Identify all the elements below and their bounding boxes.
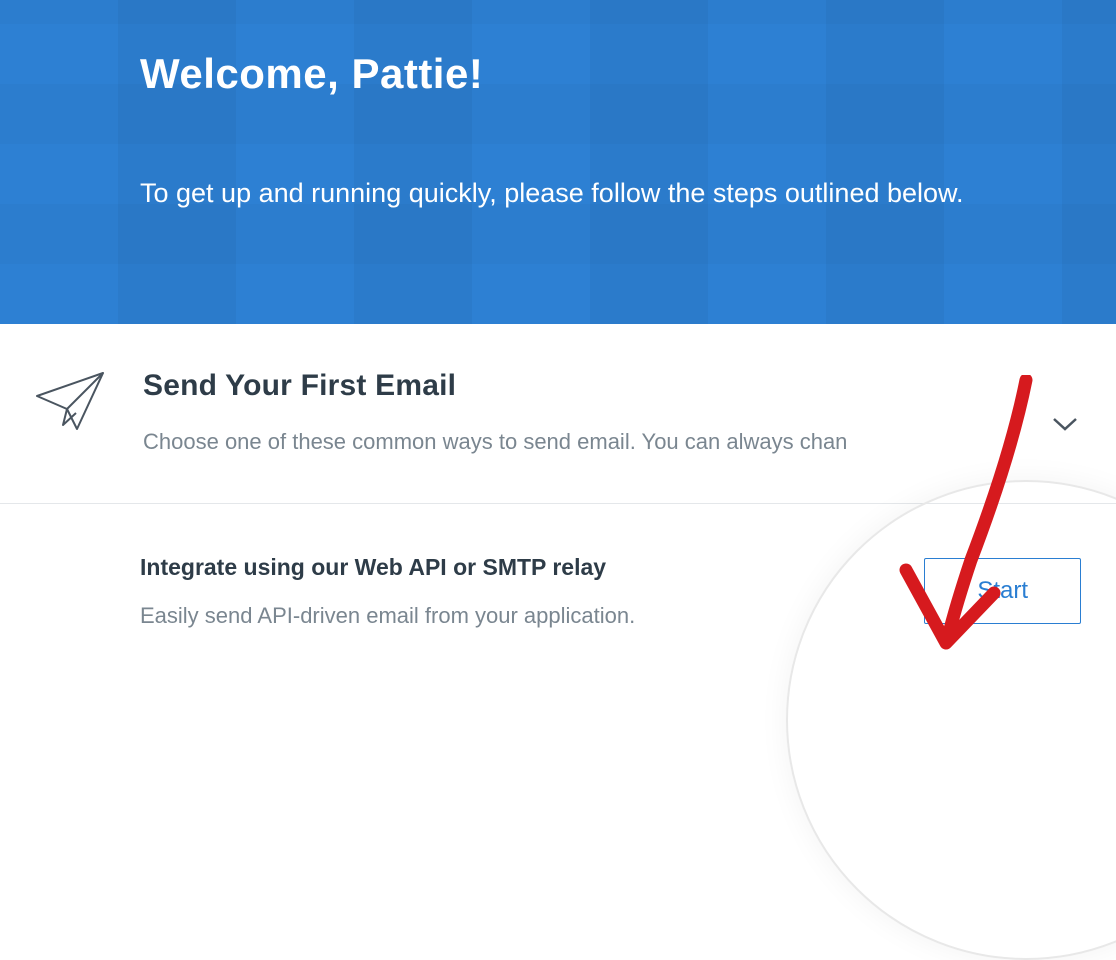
send-email-content: Send Your First Email Choose one of thes…	[143, 369, 1081, 455]
integrate-title: Integrate using our Web API or SMTP rela…	[140, 554, 924, 581]
send-email-description: Choose one of these common ways to send …	[143, 429, 1081, 455]
start-button[interactable]: Start	[924, 558, 1081, 624]
welcome-title: Welcome, Pattie!	[140, 50, 976, 98]
integrate-content: Integrate using our Web API or SMTP rela…	[140, 554, 924, 629]
paper-plane-icon	[35, 371, 105, 436]
integrate-description: Easily send API-driven email from your a…	[140, 603, 924, 629]
chevron-down-icon[interactable]	[1052, 416, 1078, 437]
integrate-section: Integrate using our Web API or SMTP rela…	[0, 504, 1116, 659]
welcome-banner: Welcome, Pattie! To get up and running q…	[0, 0, 1116, 324]
welcome-subtitle: To get up and running quickly, please fo…	[140, 168, 976, 219]
send-email-title: Send Your First Email	[143, 369, 1081, 403]
send-email-section[interactable]: Send Your First Email Choose one of thes…	[0, 324, 1116, 504]
